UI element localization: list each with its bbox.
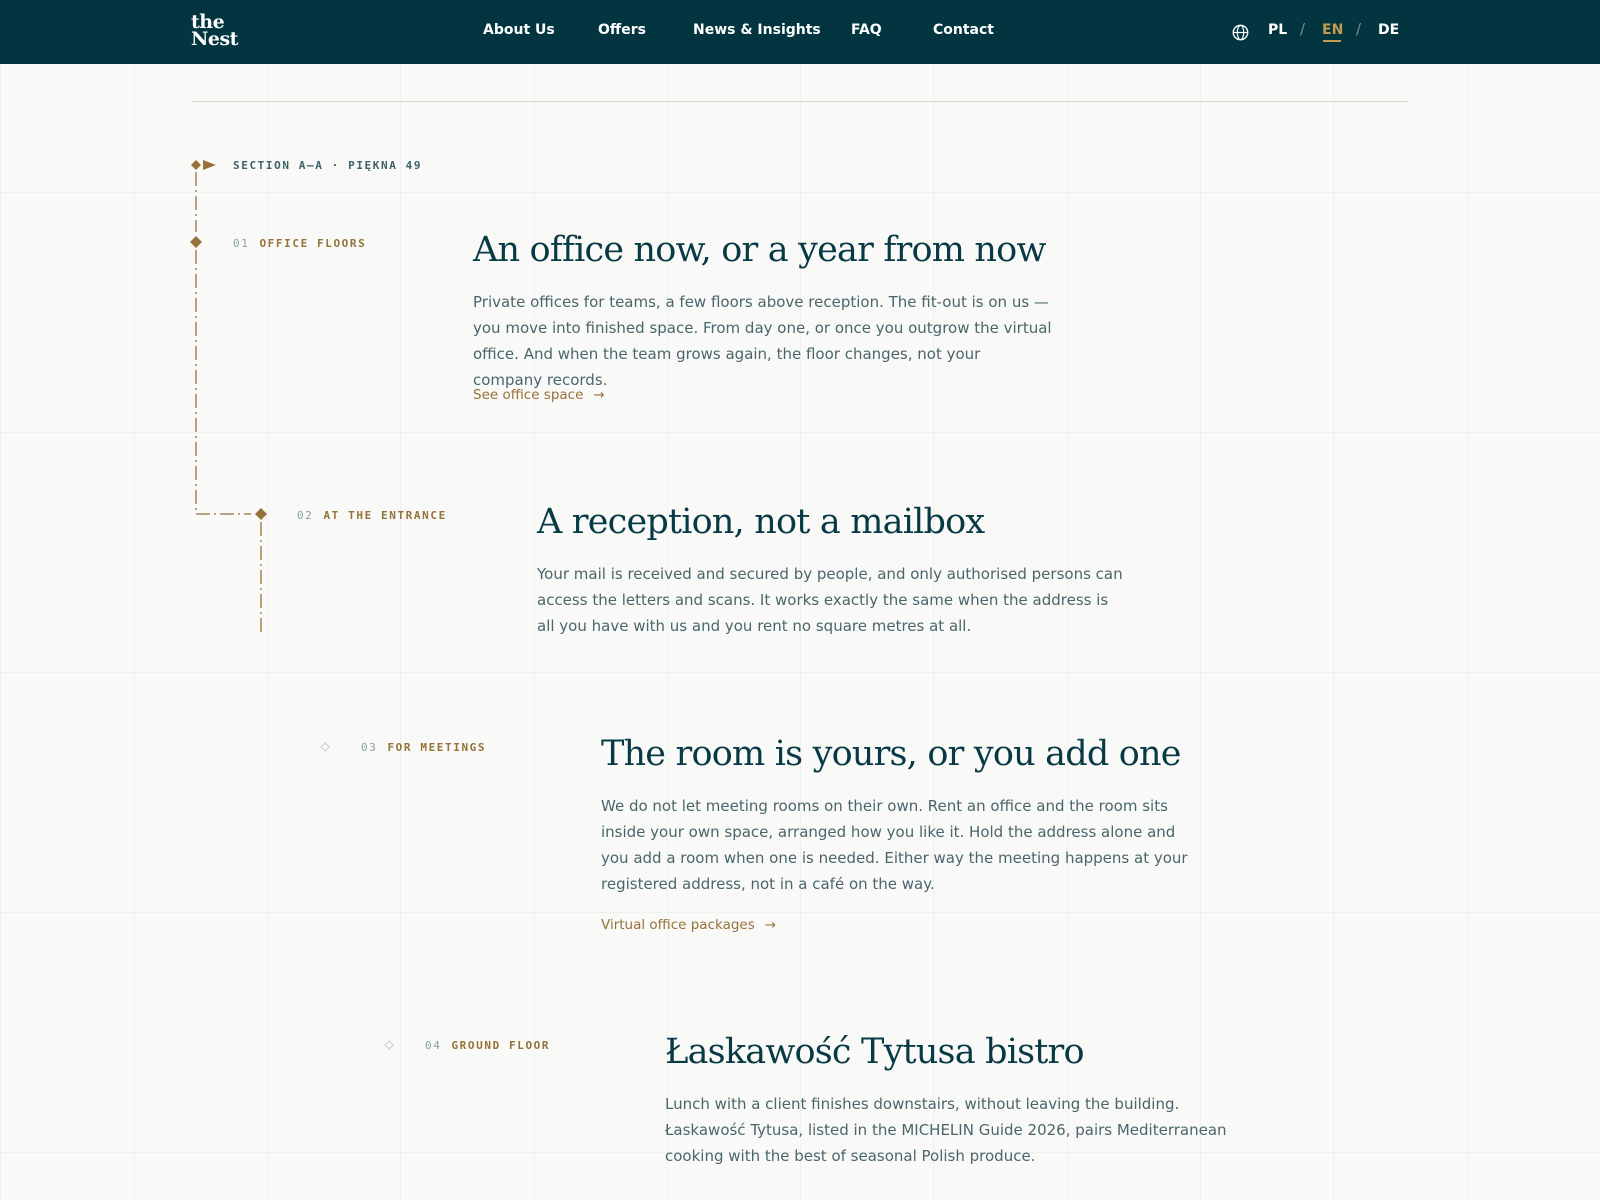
- timeline-diamond: [190, 236, 202, 248]
- section-number: 03: [361, 741, 378, 754]
- see-office-space-link[interactable]: See office space →: [473, 387, 605, 403]
- section-title: A reception, not a mailbox: [537, 502, 985, 542]
- eyebrow-ground-floor: 04 GROUND FLOOR: [425, 1039, 550, 1052]
- timeline-diamond-outline: [384, 1040, 394, 1050]
- section-tag: SECTION A–A · PIĘKNA 49: [233, 159, 423, 172]
- section-number: 02: [297, 509, 314, 522]
- timeline-flag: [203, 160, 216, 170]
- arrow-right-icon: →: [764, 917, 777, 933]
- link-label: See office space: [473, 387, 584, 403]
- section-number: 04: [425, 1039, 442, 1052]
- arrow-right-icon: →: [593, 387, 605, 403]
- timeline-diamond: [191, 160, 201, 170]
- section-label: OFFICE FLOORS: [259, 237, 367, 250]
- section-title: The room is yours, or you add one: [601, 734, 1182, 774]
- timeline-diamond-outline: [320, 742, 330, 752]
- section-body: Your mail is received and secured by peo…: [537, 565, 1123, 635]
- section-title: Łaskawość Tytusa bistro: [665, 1032, 1085, 1072]
- eyebrow-at-the-entrance: 02 AT THE ENTRANCE: [297, 509, 447, 522]
- eyebrow-office-floors: 01 OFFICE FLOORS: [233, 237, 366, 250]
- section-body: Lunch with a client finishes downstairs,…: [665, 1095, 1227, 1165]
- section-body: We do not let meeting rooms on their own…: [601, 797, 1188, 893]
- section-number: 01: [233, 237, 250, 250]
- eyebrow-for-meetings: 03 FOR MEETINGS: [361, 741, 486, 754]
- section-body: Private offices for teams, a few floors …: [473, 293, 1052, 389]
- section-title: An office now, or a year from now: [473, 230, 1046, 270]
- virtual-office-packages-link[interactable]: Virtual office packages →: [601, 917, 776, 933]
- section-label: AT THE ENTRANCE: [323, 509, 447, 522]
- section-label: GROUND FLOOR: [451, 1039, 551, 1052]
- link-label: Virtual office packages: [601, 917, 755, 933]
- timeline-diamond: [255, 508, 267, 520]
- section-label: FOR MEETINGS: [387, 741, 487, 754]
